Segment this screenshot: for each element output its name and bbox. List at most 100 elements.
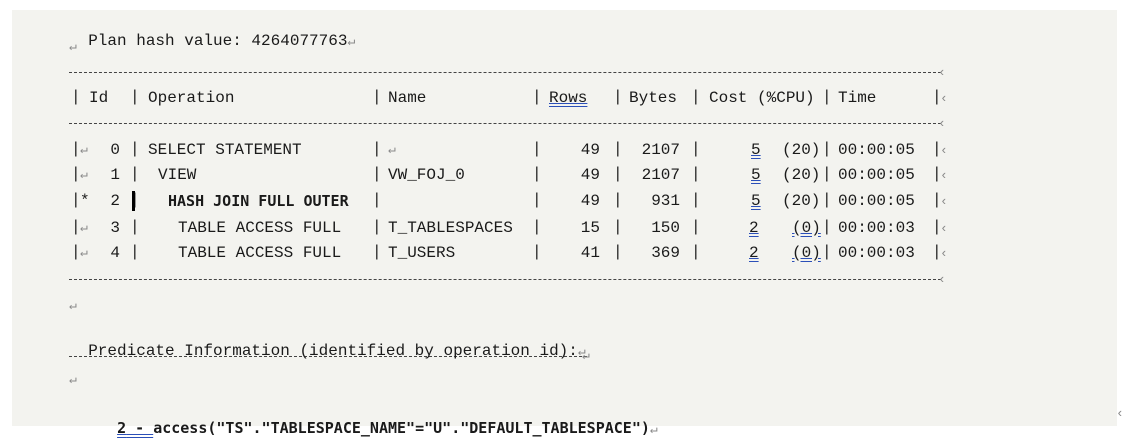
column-divider: |: [822, 191, 832, 209]
column-divider: |: [691, 165, 701, 183]
column-divider: |: [372, 165, 382, 183]
row-end-mark: ‹: [940, 91, 948, 106]
cell-cpu: (0): [792, 244, 821, 262]
column-divider: |: [691, 88, 701, 106]
cell-rows: 49: [580, 192, 600, 210]
column-divider: |: [372, 140, 382, 158]
column-divider: |: [372, 88, 382, 106]
cell-cost: 5: [751, 166, 761, 184]
column-divider: |: [130, 140, 140, 158]
header-time: Time: [838, 89, 877, 107]
cell-cpu: (0): [792, 219, 821, 237]
predicate-id: 2: [117, 419, 127, 437]
cell-cost: 2: [749, 219, 759, 237]
predicate-separator: -: [126, 419, 154, 437]
column-divider: |: [613, 88, 623, 106]
header-operation: Operation: [148, 89, 235, 107]
row-marker: ↵: [80, 167, 88, 182]
cell-rows: 49: [580, 141, 600, 159]
row-marker: ↵: [80, 142, 88, 157]
predicate-text: access("TS"."TABLESPACE_NAME"="U"."DEFAU…: [153, 419, 650, 437]
row-end-mark: ‹: [940, 168, 948, 183]
cell-id: 3: [110, 219, 120, 237]
cell-name: VW_FOJ_0: [388, 166, 465, 184]
predicate-line: 2 - access("TS"."TABLESPACE_NAME"="U"."D…: [99, 398, 658, 440]
column-divider: |: [691, 140, 701, 158]
cell-cpu: (20): [782, 166, 821, 184]
column-divider: |: [130, 165, 140, 183]
header-rows: Rows: [549, 89, 588, 107]
paragraph-mark-icon: ↵: [649, 422, 658, 437]
cell-time: 00:00:03: [838, 219, 915, 237]
cell-name: ↵: [388, 142, 396, 157]
row-marker: *: [80, 192, 90, 210]
text-cursor: [132, 191, 135, 211]
cell-operation: TABLE ACCESS FULL: [178, 244, 342, 262]
column-divider: |: [372, 191, 382, 209]
column-divider: |: [822, 243, 832, 261]
cell-operation: HASH JOIN FULL OUTER: [168, 192, 349, 210]
header-cost: Cost (%CPU): [709, 89, 815, 107]
cell-time: 00:00:05: [838, 166, 915, 184]
cell-operation: SELECT STATEMENT: [148, 141, 302, 159]
column-divider: |: [130, 218, 140, 236]
column-divider: |: [130, 243, 140, 261]
cell-time: 00:00:03: [838, 244, 915, 262]
column-divider: |: [613, 218, 623, 236]
execution-plan-table: | Id | Operation | Name | Rows | Bytes |…: [0, 0, 1126, 432]
cell-bytes: 2107: [641, 141, 680, 159]
column-divider: |: [691, 191, 701, 209]
row-end-mark: ‹: [940, 143, 948, 158]
column-divider: |: [822, 140, 832, 158]
column-divider: |: [613, 140, 623, 158]
column-divider: |: [532, 88, 542, 106]
row-end-mark: ‹: [940, 246, 948, 261]
cell-rows: 41: [580, 244, 600, 262]
row-end-mark: ‹: [940, 221, 948, 236]
cell-id: 2: [110, 192, 120, 210]
cell-cost: 2: [749, 244, 759, 262]
cell-operation: VIEW: [158, 166, 197, 184]
column-divider: |: [613, 243, 623, 261]
header-id: Id: [89, 89, 109, 107]
column-divider: |: [822, 88, 832, 106]
cell-cost: 5: [751, 192, 761, 210]
empty-paragraph: ↵: [69, 372, 77, 387]
cell-rows: 49: [580, 166, 600, 184]
column-divider: |: [691, 218, 701, 236]
column-divider: |: [71, 88, 81, 106]
cell-rows: 15: [580, 219, 600, 237]
empty-paragraph: ↵: [69, 298, 77, 313]
row-marker: ↵: [80, 245, 88, 260]
cell-name: T_TABLESPACES: [388, 219, 513, 237]
paragraph-mark-icon: ↵: [577, 344, 586, 359]
cell-id: 1: [110, 166, 120, 184]
column-divider: |: [613, 165, 623, 183]
row-marker: ↵: [80, 220, 88, 235]
predicate-heading-line: Predicate Information (identified by ope…: [69, 321, 586, 362]
column-divider: |: [532, 218, 542, 236]
cell-bytes: 931: [651, 192, 680, 210]
header-bytes: Bytes: [629, 89, 678, 107]
cell-id: 0: [110, 141, 120, 159]
column-divider: |: [691, 243, 701, 261]
column-divider: |: [822, 165, 832, 183]
cell-bytes: 369: [651, 244, 680, 262]
cell-name: T_USERS: [388, 244, 456, 262]
column-divider: |: [613, 191, 623, 209]
cell-bytes: 2107: [641, 166, 680, 184]
column-divider: |: [130, 88, 140, 106]
predicate-heading: Predicate Information (identified by ope…: [88, 342, 578, 360]
cell-cpu: (20): [782, 192, 821, 210]
cell-bytes: 150: [651, 219, 680, 237]
cell-time: 00:00:05: [838, 141, 915, 159]
column-divider: |: [532, 140, 542, 158]
column-divider: |: [822, 218, 832, 236]
cell-time: 00:00:05: [838, 192, 915, 210]
cell-cpu: (20): [782, 141, 821, 159]
column-divider: |: [532, 191, 542, 209]
row-end-mark: ‹: [940, 194, 948, 209]
page-edge-mark: ‹: [1116, 406, 1124, 421]
column-divider: |: [532, 165, 542, 183]
header-name: Name: [388, 89, 427, 107]
